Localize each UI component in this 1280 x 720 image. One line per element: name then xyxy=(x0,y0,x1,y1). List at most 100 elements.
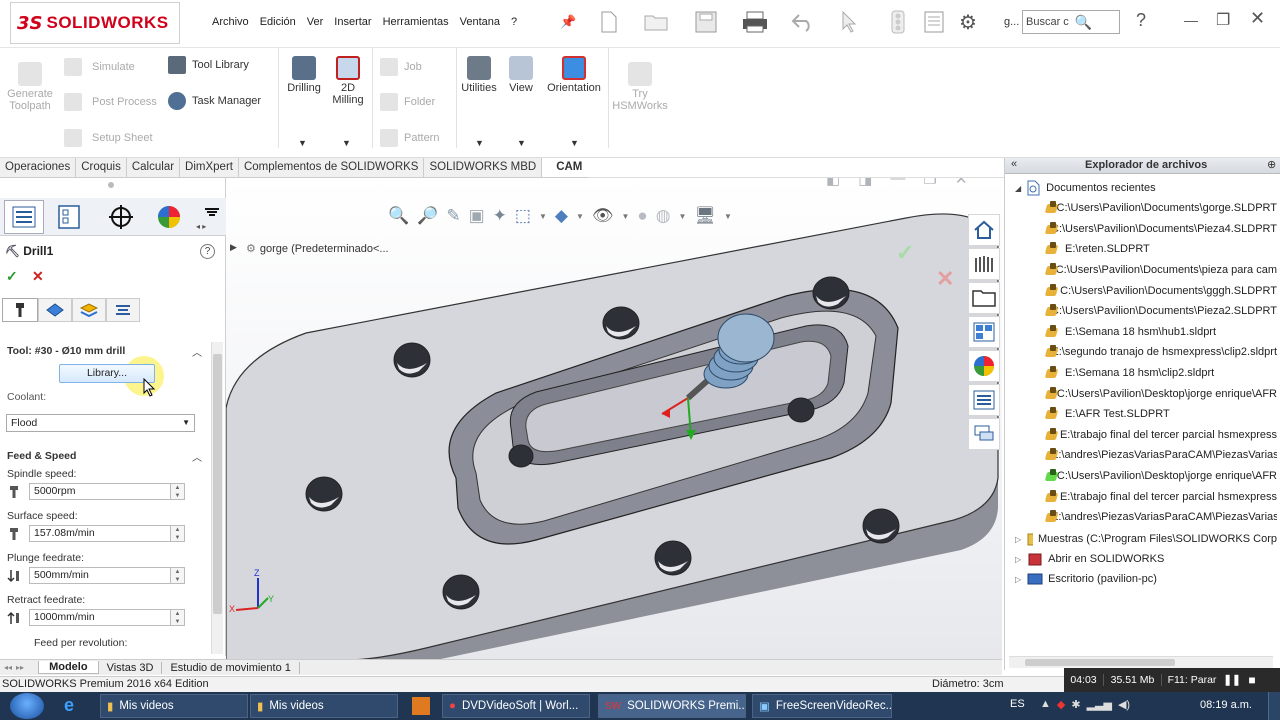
open-folder-icon[interactable] xyxy=(642,8,672,36)
display-style-icon[interactable]: ◆ xyxy=(555,206,568,226)
try-hsmworks-button[interactable]: Try HSMWorks xyxy=(612,62,668,112)
select-arrow-icon[interactable] xyxy=(838,8,860,36)
utilities-dropdown-icon[interactable]: ▼ xyxy=(475,138,484,148)
stop-icon[interactable]: ■ xyxy=(1242,673,1262,687)
configuration-target-icon[interactable] xyxy=(108,204,134,233)
solidworks-logo[interactable]: 3S SOLIDWORKS xyxy=(10,2,180,44)
media-player-icon[interactable] xyxy=(412,697,430,715)
hide-show-dropdown-icon[interactable]: ▼ xyxy=(621,212,629,221)
feed-speed-header[interactable]: Feed & Speed xyxy=(7,450,76,462)
open-in-solidworks-node[interactable]: ▷ Abrir en SOLIDWORKS xyxy=(1015,549,1164,569)
panel-grip[interactable] xyxy=(108,182,114,188)
menu-archivo[interactable]: Archivo xyxy=(212,16,249,28)
panel-scrollbar-thumb[interactable] xyxy=(213,354,222,614)
pin-icon[interactable]: 📌 xyxy=(560,14,576,30)
menu-herramientas[interactable]: Herramientas xyxy=(383,16,449,28)
dynamic-annotation-icon[interactable]: ✦ xyxy=(493,206,507,226)
start-button-icon[interactable] xyxy=(10,693,44,719)
drilling-button[interactable]: Drilling xyxy=(284,56,324,94)
viewport-minimize-icon[interactable]: — xyxy=(890,178,905,188)
task-manager-button[interactable]: Task Manager xyxy=(168,92,261,110)
model-breadcrumb[interactable]: ⚙ gorge (Predeterminado<... xyxy=(246,242,389,256)
recent-file-item[interactable]: E:\andres\PiezasVariasParaCAM\PiezasVari… xyxy=(1045,445,1277,466)
spindle-spinner[interactable]: ▲ ▼ xyxy=(171,483,185,500)
language-indicator[interactable]: ES xyxy=(1010,698,1025,710)
viewport-restore-icon[interactable]: ❐ xyxy=(923,178,936,188)
design-library-icon[interactable] xyxy=(968,248,1000,280)
forum-icon[interactable] xyxy=(968,418,1000,450)
recent-file-item[interactable]: C:\Users\Pavilion\Documents\gggh.SLDPRT xyxy=(1045,280,1277,301)
recent-file-item[interactable]: E:\Semana 18 hsm\hub1.sldprt xyxy=(1045,322,1277,343)
tab-calcular[interactable]: Calcular xyxy=(127,158,181,177)
viewport-tile-right-icon[interactable]: ◨ xyxy=(858,178,872,188)
tray-expand-icon[interactable]: ▲ xyxy=(1040,698,1051,711)
recent-file-item[interactable]: C:\Users\Pavilion\Documents\pieza para c… xyxy=(1045,260,1277,281)
options-gear-icon[interactable]: ⚙ xyxy=(954,8,982,36)
apply-scene-icon[interactable]: ◍ xyxy=(656,206,671,226)
tool-tab-icon[interactable] xyxy=(2,298,38,322)
menu-help[interactable]: ? xyxy=(511,16,517,28)
sw-resources-home-icon[interactable] xyxy=(968,214,1000,246)
user-label[interactable]: g... xyxy=(1004,16,1019,28)
menu-insertar[interactable]: Insertar xyxy=(334,16,371,28)
save-icon[interactable] xyxy=(692,8,720,36)
tray-volume-icon[interactable]: ◀) xyxy=(1118,698,1130,711)
minimize-icon[interactable]: — xyxy=(1184,12,1198,28)
orientation-dropdown-icon[interactable]: ▼ xyxy=(570,138,579,148)
tab-dimxpert[interactable]: DimXpert xyxy=(180,158,239,177)
hide-show-items-icon[interactable]: 👁 xyxy=(592,206,614,226)
plunge-feedrate-input[interactable]: 500mm/min xyxy=(29,567,171,584)
close-icon[interactable]: ✕ xyxy=(1250,8,1265,29)
confirm-cancel-icon[interactable]: ✕ xyxy=(936,266,954,292)
samples-node[interactable]: ▷ Muestras (C:\Program Files\SOLIDWORKS … xyxy=(1015,529,1277,549)
recent-file-item[interactable]: E:\AFR Test.SLDPRT xyxy=(1045,404,1277,425)
recent-file-item[interactable]: C:\Users\Pavilion\Documents\Pieza2.SLDPR… xyxy=(1045,301,1277,322)
expand-tree-arrow-icon[interactable]: ▶ xyxy=(230,242,237,253)
zoom-to-fit-icon[interactable]: 🔍 xyxy=(388,206,409,226)
panel-scrollbar[interactable] xyxy=(211,342,223,654)
traffic-light-icon[interactable] xyxy=(888,8,908,36)
retract-feedrate-input[interactable]: 1000mm/min xyxy=(29,609,171,626)
taskbar-item[interactable]: ● DVDVideoSoft | Worl... xyxy=(442,694,590,718)
explorer-hscrollbar[interactable] xyxy=(1009,656,1273,668)
more-tabs-icon[interactable] xyxy=(204,208,220,223)
cancel-x-icon[interactable]: ✕ xyxy=(32,268,44,285)
job-button[interactable]: Job xyxy=(380,58,422,76)
spindle-speed-input[interactable]: 5000rpm xyxy=(29,483,171,500)
show-desktop-button[interactable] xyxy=(1268,692,1280,720)
pattern-button[interactable]: Pattern xyxy=(380,129,439,147)
taskbar-item[interactable]: ▣ FreeScreenVideoRec... xyxy=(752,694,892,718)
tab-motion-study[interactable]: Estudio de movimiento 1 xyxy=(162,661,300,674)
taskbar-item[interactable]: ▮ Mis videos xyxy=(100,694,248,718)
recent-file-item[interactable]: E:\trabajo final del tercer parcial hsme… xyxy=(1045,486,1277,507)
section-view-icon[interactable]: ▣ xyxy=(469,206,485,226)
menu-ver[interactable]: Ver xyxy=(307,16,324,28)
plunge-spinner[interactable]: ▲ ▼ xyxy=(171,567,185,584)
milling-dropdown-icon[interactable]: ▼ xyxy=(342,138,351,148)
taskbar-clock[interactable]: 08:19 a.m. xyxy=(1200,699,1252,711)
folder-button[interactable]: Folder xyxy=(380,93,435,111)
viewport-close-icon[interactable]: ✕ xyxy=(955,178,968,188)
post-process-button[interactable]: Post Process xyxy=(64,93,157,111)
appearances-icon[interactable] xyxy=(968,350,1000,382)
cycle-tab-icon[interactable] xyxy=(106,298,140,322)
retract-spinner[interactable]: ▲ ▼ xyxy=(171,609,185,626)
confirm-ok-icon[interactable]: ✓ xyxy=(896,240,914,266)
geometry-tab-icon[interactable] xyxy=(38,298,72,322)
view-button[interactable]: View xyxy=(504,56,538,94)
tab-croquis[interactable]: Croquis xyxy=(76,158,127,177)
tab-scroll-arrows-icon[interactable]: ◂ ▸ xyxy=(196,222,206,231)
generate-toolpath-button[interactable]: Generate Toolpath xyxy=(4,62,56,112)
setup-sheet-button[interactable]: Setup Sheet xyxy=(64,129,153,147)
help-question-icon[interactable]: ? xyxy=(200,244,215,259)
print-icon[interactable] xyxy=(740,8,770,36)
surface-spinner[interactable]: ▲ ▼ xyxy=(171,525,185,542)
pause-icon[interactable]: ❚❚ xyxy=(1222,674,1242,686)
tray-pdf-icon[interactable]: ◆ xyxy=(1057,698,1065,711)
file-properties-icon[interactable] xyxy=(922,8,946,36)
collapse-feed-icon[interactable]: ︿ xyxy=(192,449,202,464)
menu-ventana[interactable]: Ventana xyxy=(460,16,500,28)
zoom-to-area-icon[interactable]: 🔎 xyxy=(417,206,438,226)
graphics-viewport[interactable]: Z X Y ▶ ⚙ gorge (Predeterminado<... 🔍 🔎 … xyxy=(226,178,1002,660)
help-icon[interactable]: ? xyxy=(1136,10,1146,31)
